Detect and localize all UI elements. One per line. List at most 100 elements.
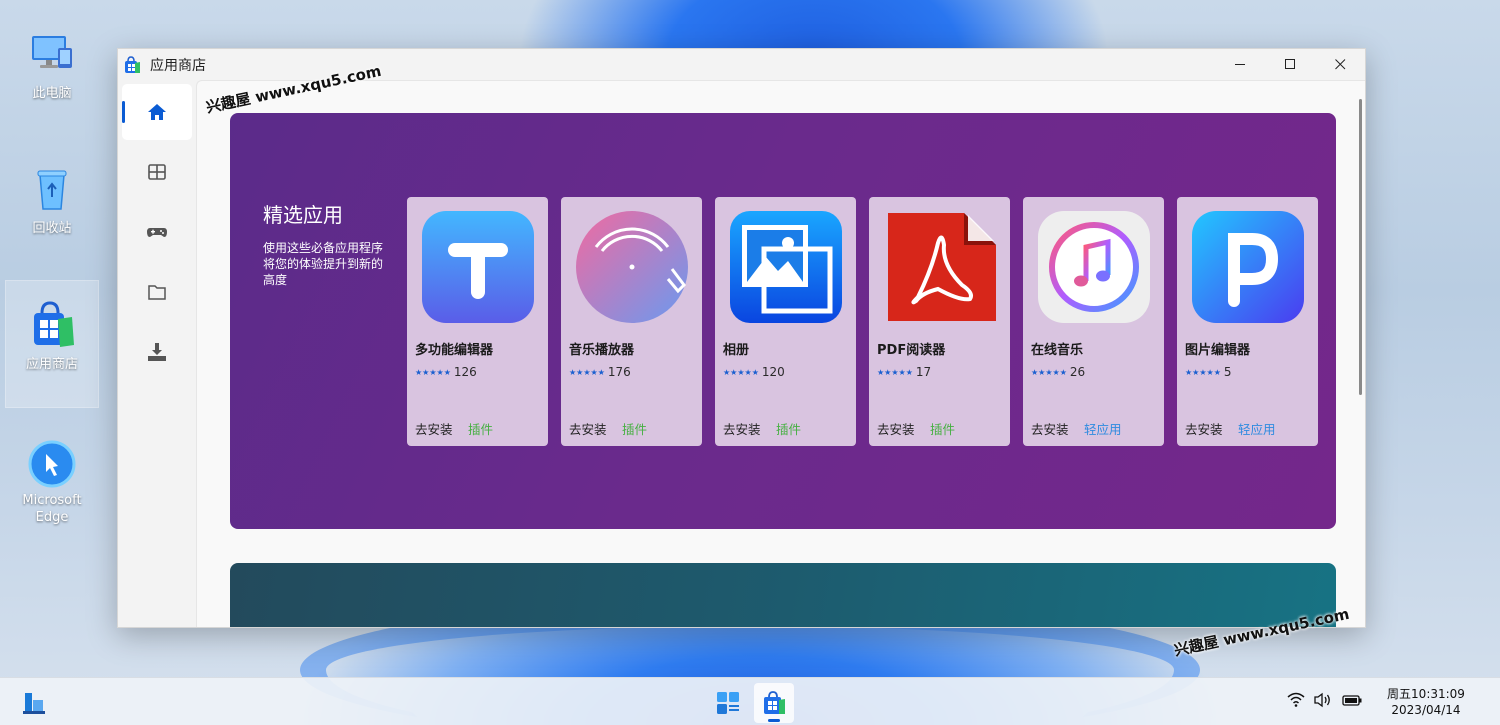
nav-item-games[interactable] (122, 204, 192, 260)
side-navigation (118, 80, 196, 627)
battery-icon[interactable] (1341, 692, 1363, 708)
app-card[interactable]: 图片编辑器 ★★★★★ 5 去安装 轻应用 (1177, 197, 1318, 446)
photo-editor-icon (1190, 209, 1306, 325)
desktop-icon-label: 应用商店 (25, 357, 78, 372)
install-button[interactable]: 去安装 (1031, 419, 1069, 438)
featured-banner: 精选应用 使用这些必备应用程序将您的体验提升到新的高度 多功能编辑器 ★★★★★… (230, 113, 1336, 529)
taskbar-start-left[interactable] (14, 683, 54, 723)
rating-count: 5 (1223, 365, 1232, 379)
star-rating-icon: ★★★★★ (877, 367, 913, 377)
star-rating-icon: ★★★★★ (1031, 367, 1067, 377)
star-rating-icon: ★★★★★ (723, 367, 759, 377)
rating-count: 17 (915, 365, 932, 379)
star-rating-icon: ★★★★★ (1185, 367, 1221, 377)
nav-item-files[interactable] (122, 264, 192, 320)
desktop-icon-edge[interactable]: Microsoft Edge (5, 440, 99, 530)
nav-item-downloads[interactable] (122, 324, 192, 380)
active-app-indicator (768, 719, 780, 722)
app-card[interactable]: 相册 ★★★★★ 120 去安装 插件 (715, 197, 856, 446)
install-button[interactable]: 去安装 (415, 419, 453, 438)
recycle-bin-icon (28, 165, 76, 213)
clock-time: 周五10:31:09 (1387, 687, 1465, 701)
app-name: 图片编辑器 (1185, 343, 1251, 358)
category-tag: 轻应用 (1238, 422, 1276, 437)
system-tray[interactable] (1287, 692, 1363, 708)
app-rating: ★★★★★ 5 (1185, 365, 1232, 379)
app-card[interactable]: PDF阅读器 ★★★★★ 17 去安装 插件 (869, 197, 1010, 446)
nav-item-home[interactable] (122, 84, 192, 140)
vertical-scrollbar[interactable] (1359, 99, 1362, 395)
app-rating: ★★★★★ 126 (415, 365, 477, 379)
desktop-icon-label: 此电脑 (32, 86, 72, 101)
app-rating: ★★★★★ 120 (723, 365, 785, 379)
app-card[interactable]: 在线音乐 ★★★★★ 26 去安装 轻应用 (1023, 197, 1164, 446)
taskbar-store-button[interactable] (754, 683, 794, 723)
featured-title: 精选应用 (263, 203, 343, 227)
desktop-icon-this-pc[interactable]: 此电脑 (5, 30, 99, 108)
maximize-button[interactable] (1265, 49, 1315, 80)
featured-description: 使用这些必备应用程序将您的体验提升到新的高度 (263, 241, 384, 287)
nav-item-apps[interactable] (122, 144, 192, 200)
edge-icon (28, 440, 76, 488)
store-icon (28, 301, 76, 349)
start-menu-icon (717, 692, 739, 714)
desktop-icon-label: Microsoft Edge (22, 493, 82, 525)
app-card[interactable]: 多功能编辑器 ★★★★★ 126 去安装 插件 (407, 197, 548, 446)
store-icon (764, 691, 785, 714)
desktop-icon-recycle-bin[interactable]: 回收站 (5, 165, 99, 243)
app-name: 音乐播放器 (569, 343, 635, 358)
category-tag: 插件 (622, 422, 648, 437)
star-rating-icon: ★★★★★ (415, 367, 451, 377)
category-tag: 插件 (930, 422, 956, 437)
store-icon (123, 55, 141, 74)
home-icon (148, 104, 166, 120)
rating-count: 120 (761, 365, 785, 379)
app-name: 相册 (723, 343, 750, 358)
app-rating: ★★★★★ 26 (1031, 365, 1085, 379)
category-tag: 插件 (776, 422, 802, 437)
app-rating: ★★★★★ 17 (877, 365, 931, 379)
desktop-shortcut-icon (23, 693, 45, 714)
music-note-icon (1036, 209, 1152, 325)
app-name: 在线音乐 (1031, 343, 1084, 358)
store-window: 应用商店 精选应用 使用这些必备应用程序将您的体验提升到新的高度 多功能编辑器 … (117, 48, 1366, 628)
rating-count: 26 (1069, 365, 1086, 379)
volume-icon[interactable] (1314, 692, 1332, 708)
install-button[interactable]: 去安装 (1185, 419, 1223, 438)
apps-grid-icon (148, 164, 166, 180)
star-rating-icon: ★★★★★ (569, 367, 605, 377)
desktop-icon-label: 回收站 (32, 221, 72, 236)
category-tag: 插件 (468, 422, 494, 437)
start-button[interactable] (708, 683, 748, 723)
taskbar-clock[interactable]: 周五10:31:09 2023/04/14 (1376, 686, 1476, 718)
folder-icon (148, 285, 166, 300)
clock-date: 2023/04/14 (1391, 703, 1461, 717)
download-icon (148, 343, 166, 361)
secondary-banner (230, 563, 1336, 627)
window-title: 应用商店 (150, 57, 206, 74)
install-button[interactable]: 去安装 (723, 419, 761, 438)
install-button[interactable]: 去安装 (569, 419, 607, 438)
rating-count: 126 (453, 365, 477, 379)
minimize-icon (1234, 64, 1245, 65)
taskbar: 周五10:31:09 2023/04/14 (0, 677, 1500, 725)
rating-count: 176 (607, 365, 631, 379)
maximize-icon (1284, 59, 1295, 69)
vinyl-record-icon (574, 209, 690, 325)
text-editor-icon (420, 209, 536, 325)
photo-album-icon (728, 209, 844, 325)
gamepad-icon (147, 228, 167, 237)
close-button[interactable] (1315, 49, 1365, 80)
pdf-icon (882, 209, 998, 325)
app-card[interactable]: 音乐播放器 ★★★★★ 176 去安装 插件 (561, 197, 702, 446)
category-tag: 轻应用 (1084, 422, 1122, 437)
close-icon (1334, 59, 1345, 70)
install-button[interactable]: 去安装 (877, 419, 915, 438)
app-name: PDF阅读器 (877, 343, 946, 358)
wifi-icon[interactable] (1287, 692, 1305, 708)
minimize-button[interactable] (1215, 49, 1265, 80)
desktop-icon-store[interactable]: 应用商店 (5, 280, 99, 408)
app-rating: ★★★★★ 176 (569, 365, 631, 379)
main-content[interactable]: 精选应用 使用这些必备应用程序将您的体验提升到新的高度 多功能编辑器 ★★★★★… (196, 80, 1365, 627)
app-name: 多功能编辑器 (415, 343, 494, 358)
